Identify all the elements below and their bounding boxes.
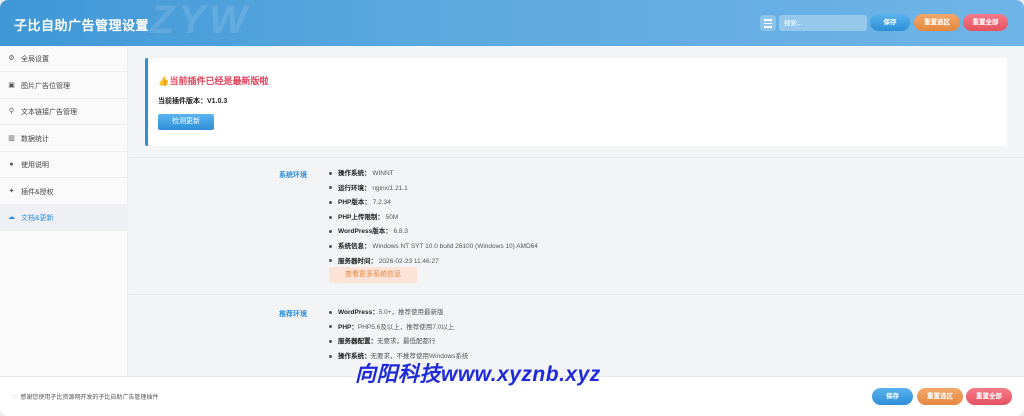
list-item: 系统信息： Windows NT SYT 10.0 build 26100 (W… bbox=[329, 240, 538, 255]
footer-reset-all-button[interactable]: 重置全部 bbox=[966, 388, 1012, 405]
list-icon[interactable] bbox=[760, 15, 776, 31]
sidebar-item-label: 全局设置 bbox=[21, 56, 49, 63]
puzzle-icon: ✦ bbox=[8, 188, 15, 195]
sidebar-item-label: 文本链接广告管理 bbox=[21, 109, 77, 116]
list-item: PHP上传限制： 50M bbox=[329, 211, 538, 226]
sidebar-item-label: 图片广告位管理 bbox=[21, 83, 70, 90]
list-item: PHP：PHP5.6及以上，推荐使用7.0以上 bbox=[329, 321, 468, 336]
header-reset-section-button[interactable]: 重置选区 bbox=[914, 14, 960, 31]
system-env-label: 系统环境 bbox=[279, 172, 307, 179]
sidebar-item-instructions[interactable]: ● 使用说明 bbox=[0, 152, 128, 178]
sidebar: ⚙ 全局设置 ▣ 图片广告位管理 ⚲ 文本链接广告管理 ▥ 数据统计 ● 使用说… bbox=[0, 46, 128, 376]
heart-icon: ♡ bbox=[12, 395, 18, 401]
recommended-env-list: WordPress：5.0+，推荐使用最新版 PHP：PHP5.6及以上，推荐使… bbox=[329, 306, 468, 364]
footer-thanks: ♡ 感谢您使用子比资源网开发的子比自助广告管理插件 bbox=[12, 395, 159, 401]
thumbs-up-icon: 👍 bbox=[158, 76, 170, 86]
header-reset-all-button[interactable]: 重置全部 bbox=[963, 14, 1008, 31]
recommended-env-label: 推荐环境 bbox=[279, 311, 307, 318]
sidebar-item-image-ads[interactable]: ▣ 图片广告位管理 bbox=[0, 73, 128, 99]
app-window: ZYW 子比自助广告管理设置 保存 重置选区 重置全部 ⚙ 全局设置 ▣ 图片广… bbox=[0, 0, 1024, 416]
search-input[interactable] bbox=[779, 15, 867, 31]
list-item: WordPress：5.0+，推荐使用最新版 bbox=[329, 306, 468, 321]
gear-icon: ⚙ bbox=[8, 55, 15, 62]
check-update-button[interactable]: 检测更新 bbox=[158, 114, 214, 130]
brand-watermark-text: 向阳科技www.xyznb.xyz bbox=[355, 363, 601, 386]
list-item: 服务器配置：无要求，最低配都行 bbox=[329, 335, 468, 350]
header-bar: ZYW 子比自助广告管理设置 保存 重置选区 重置全部 bbox=[0, 0, 1024, 46]
list-item: 操作系统： WINNT bbox=[329, 167, 538, 182]
sidebar-item-label: 使用说明 bbox=[21, 162, 49, 169]
sidebar-item-docs-updates[interactable]: ☁ 文档&更新 bbox=[0, 205, 128, 231]
header-watermark: ZYW bbox=[150, 0, 251, 42]
sidebar-item-label: 插件&授权 bbox=[21, 189, 54, 196]
notice-title: 👍 当前插件已经是最新版啦 bbox=[158, 76, 269, 86]
list-item: PHP版本： 7.2.34 bbox=[329, 196, 538, 211]
footer-save-button[interactable]: 保存 bbox=[872, 388, 913, 405]
footer-reset-section-button[interactable]: 重置选区 bbox=[917, 388, 963, 405]
section-divider bbox=[129, 294, 1024, 295]
more-system-info-button[interactable]: 查看更多系统信息 bbox=[329, 267, 417, 283]
link-icon: ⚲ bbox=[8, 108, 15, 115]
system-env-list: 操作系统： WINNT 运行环境： nginx/1.21.1 PHP版本： 7.… bbox=[329, 167, 538, 269]
bar-chart-icon: ▥ bbox=[8, 135, 15, 142]
update-notice: 👍 当前插件已经是最新版啦 当前插件版本：V1.0.3 检测更新 bbox=[145, 58, 1007, 146]
version-value: V1.0.3 bbox=[207, 98, 228, 105]
sidebar-item-plugin-license[interactable]: ✦ 插件&授权 bbox=[0, 179, 128, 205]
sidebar-item-text-link-ads[interactable]: ⚲ 文本链接广告管理 bbox=[0, 99, 128, 125]
cloud-upload-icon: ☁ bbox=[8, 214, 15, 221]
sidebar-item-global-settings[interactable]: ⚙ 全局设置 bbox=[0, 46, 128, 72]
main-content: 👍 当前插件已经是最新版啦 当前插件版本：V1.0.3 检测更新 系统环境 操作… bbox=[129, 46, 1024, 376]
sidebar-item-label: 数据统计 bbox=[21, 136, 49, 143]
sidebar-item-statistics[interactable]: ▥ 数据统计 bbox=[0, 126, 128, 152]
section-divider bbox=[129, 157, 1024, 158]
info-icon: ● bbox=[9, 161, 14, 168]
page-title: 子比自助广告管理设置 bbox=[14, 18, 150, 33]
header-save-button[interactable]: 保存 bbox=[870, 14, 910, 31]
list-item: 运行环境： nginx/1.21.1 bbox=[329, 182, 538, 197]
list-item: WordPress版本： 6.8.3 bbox=[329, 225, 538, 240]
current-version: 当前插件版本：V1.0.3 bbox=[158, 98, 228, 105]
image-icon: ▣ bbox=[8, 82, 15, 89]
sidebar-item-label: 文档&更新 bbox=[21, 215, 54, 222]
